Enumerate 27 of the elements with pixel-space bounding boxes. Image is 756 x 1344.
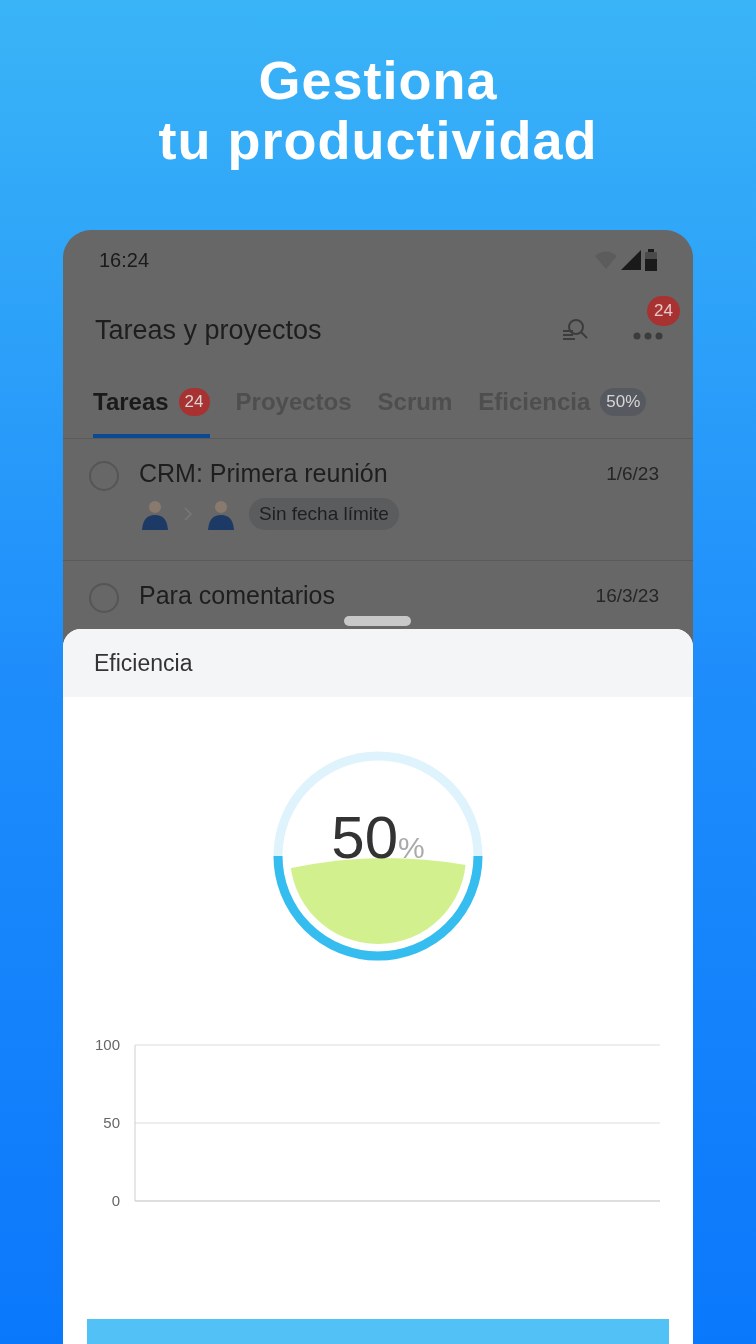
gauge-value: 50 [331,803,399,872]
sheet-handle[interactable] [344,616,411,626]
battery-icon [645,249,657,271]
person-avatar-icon [205,498,237,530]
tab-label: Tareas [93,388,169,416]
task-date: 1/6/23 [606,462,659,485]
task-title: CRM: Primera reunión [139,459,388,488]
y-axis-label: 50 [103,1114,120,1131]
notification-badge: 24 [647,296,680,326]
sheet-title: Eficiencia [94,649,193,677]
status-time: 16:24 [99,248,150,272]
person-avatar-icon [139,498,171,530]
gauge-unit: % [398,831,425,865]
task-date: 16/3/23 [595,584,659,607]
task-title: Para comentarios [139,581,335,610]
headline: Gestiona [258,50,498,110]
search-icon[interactable] [561,317,589,343]
more-icon[interactable] [633,332,663,340]
headline: tu productividad [158,110,598,170]
y-axis-label: 100 [94,1036,120,1053]
tab[interactable]: Tareas 24 [93,370,210,438]
y-axis-label: 0 [111,1192,120,1209]
count-badge: 24 [178,388,210,416]
count-badge: 50% [600,388,647,416]
deadline-tag: Sin fecha límite [249,498,399,530]
signal-icon [621,250,641,270]
app-title: Tareas y proyectos [95,314,323,346]
